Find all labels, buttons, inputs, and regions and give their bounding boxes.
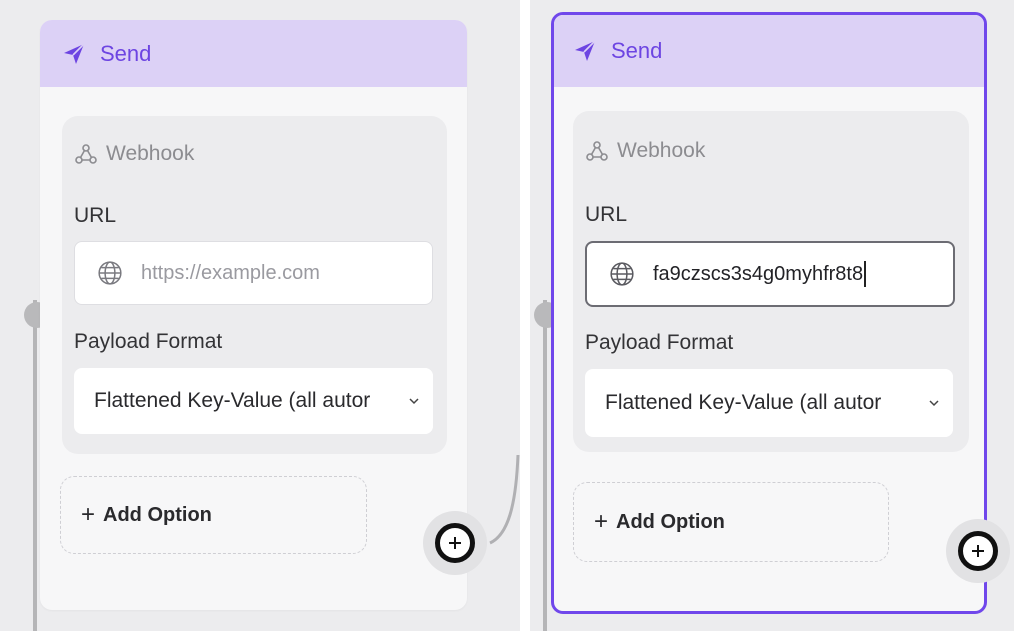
url-placeholder: https://example.com xyxy=(141,261,320,284)
send-icon xyxy=(62,42,86,66)
webhook-label: Webhook xyxy=(74,142,194,166)
connection-line xyxy=(543,300,547,631)
plus-icon xyxy=(958,531,998,571)
url-input[interactable]: https://example.com xyxy=(74,241,433,305)
left-canvas: Send Webhook URL https://example.com Pay… xyxy=(0,0,520,631)
payload-format-label: Payload Format xyxy=(585,331,734,354)
url-label: URL xyxy=(74,204,117,227)
node-header[interactable]: Send xyxy=(554,15,984,87)
connection-line xyxy=(33,300,37,631)
add-node-button[interactable] xyxy=(423,511,487,575)
payload-format-value: Flattened Key-Value (all autor xyxy=(94,389,371,412)
payload-format-value: Flattened Key-Value (all autor xyxy=(605,391,882,414)
plus-icon: + xyxy=(81,501,96,528)
send-node[interactable]: Send Webhook URL https://example.com Pay… xyxy=(40,20,467,610)
payload-format-select[interactable]: Flattened Key-Value (all autor xyxy=(74,368,433,434)
webhook-section: Webhook URL fa9czscs3s4g0myhfr8t8 Payloa… xyxy=(573,111,969,452)
url-value: fa9czscs3s4g0myhfr8t8 xyxy=(653,262,864,285)
chevron-down-icon xyxy=(409,398,419,405)
add-option-button[interactable]: + Add Option xyxy=(60,476,367,554)
webhook-section: Webhook URL https://example.com Payload … xyxy=(62,116,447,454)
node-title: Send xyxy=(611,38,663,63)
globe-icon xyxy=(97,260,123,286)
webhook-icon xyxy=(74,142,98,166)
chevron-down-icon xyxy=(929,400,939,407)
add-option-button[interactable]: + Add Option xyxy=(573,482,889,562)
outgoing-edge xyxy=(489,455,520,545)
text-cursor xyxy=(864,261,867,287)
send-icon xyxy=(573,39,597,63)
plus-icon xyxy=(435,523,475,563)
node-header[interactable]: Send xyxy=(40,20,467,87)
globe-icon xyxy=(609,261,635,287)
plus-icon: + xyxy=(594,508,609,535)
url-label: URL xyxy=(585,203,628,226)
node-title: Send xyxy=(100,40,152,66)
add-node-button[interactable] xyxy=(946,519,1010,583)
payload-format-select[interactable]: Flattened Key-Value (all autor xyxy=(585,369,953,437)
send-node-selected[interactable]: Send Webhook URL fa9czscs3s4g0myhfr8t8 P… xyxy=(551,12,987,614)
payload-format-label: Payload Format xyxy=(74,330,223,353)
webhook-label: Webhook xyxy=(585,139,705,163)
webhook-icon xyxy=(585,139,609,163)
right-canvas: Send Webhook URL fa9czscs3s4g0myhfr8t8 P… xyxy=(530,0,1014,631)
url-input[interactable]: fa9czscs3s4g0myhfr8t8 xyxy=(585,241,955,307)
